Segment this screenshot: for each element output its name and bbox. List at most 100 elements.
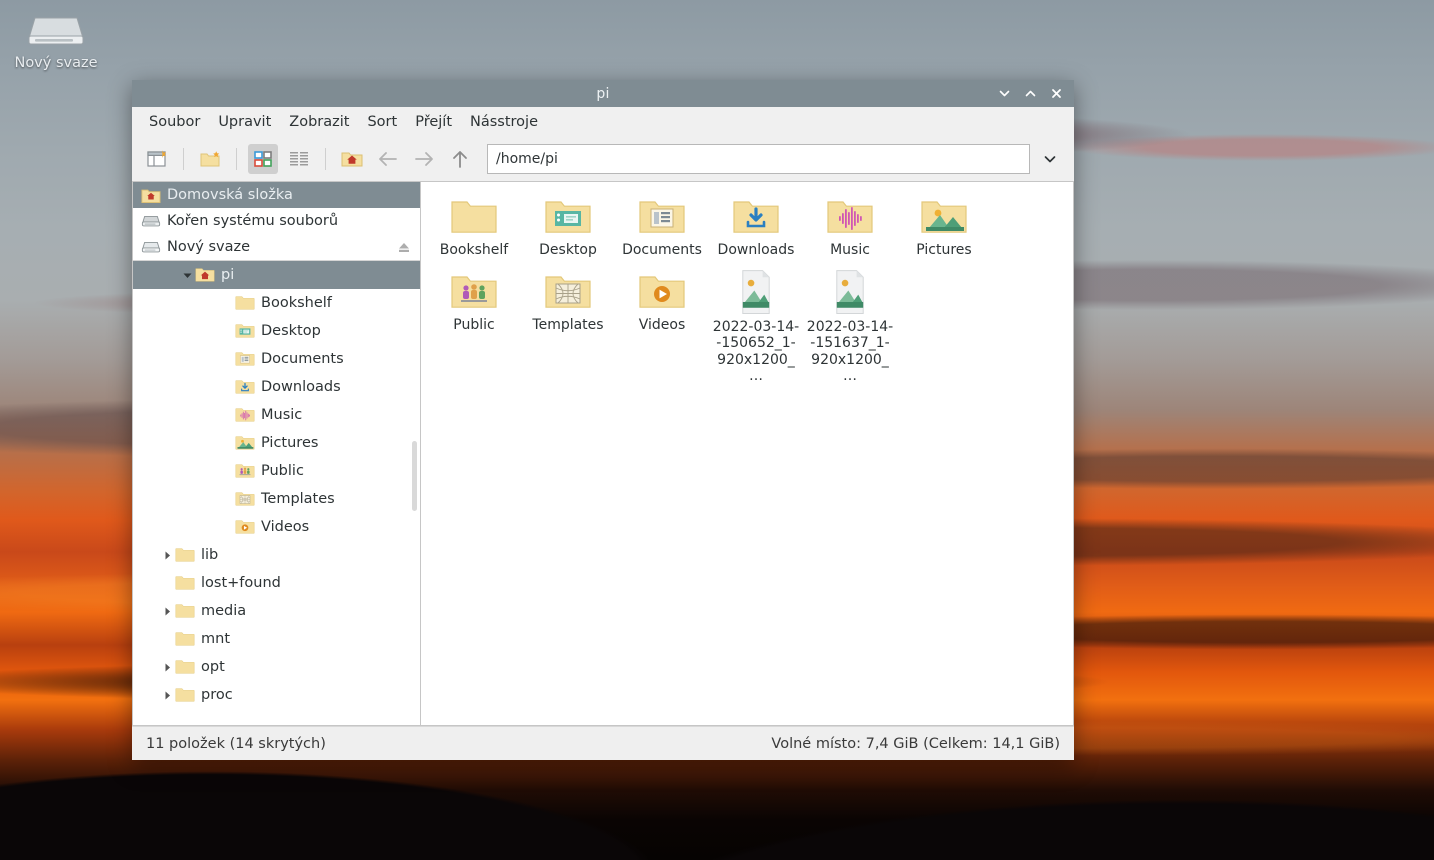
tree-item-label: pi <box>221 267 235 283</box>
maximize-icon[interactable] <box>1022 86 1038 102</box>
file-item[interactable]: Bookshelf <box>427 190 521 265</box>
folder-plain-icon <box>175 658 195 676</box>
folder-plain-icon <box>175 630 195 648</box>
file-item[interactable]: Public <box>427 265 521 391</box>
tree-item-templates[interactable]: Templates <box>133 485 420 513</box>
window-titlebar[interactable]: pi <box>132 80 1074 107</box>
file-manager-window: pi Soubor Upravit Zobrazit Sort Přejít N… <box>132 80 1074 760</box>
folder-videos-icon <box>638 269 686 313</box>
menu-nastroje[interactable]: Násstroje <box>461 110 547 134</box>
file-list-view[interactable]: Bookshelf Desktop Documents Downloads Music P… <box>420 181 1074 726</box>
new-folder-icon[interactable] <box>195 144 225 174</box>
tree-item-bookshelf[interactable]: Bookshelf <box>133 289 420 317</box>
menu-zobrazit[interactable]: Zobrazit <box>280 110 358 134</box>
toolbar-separator <box>183 148 184 170</box>
minimize-icon[interactable] <box>996 86 1012 102</box>
file-item[interactable]: 2022-03-14--151637_1-920x1200_… <box>803 265 897 391</box>
tree-item-music[interactable]: Music <box>133 401 420 429</box>
folder-desktop-icon <box>544 194 592 238</box>
file-item[interactable]: Documents <box>615 190 709 265</box>
file-item-label: Templates <box>532 316 604 333</box>
forward-arrow-icon[interactable] <box>409 144 439 174</box>
eject-icon[interactable] <box>396 240 412 254</box>
place-domovska-slozka[interactable]: Domovská složka <box>133 182 420 208</box>
folder-templates-icon <box>235 490 255 508</box>
place-koren-systemu-souboru[interactable]: Kořen systému souborů <box>133 208 420 234</box>
home-folder-icon <box>195 266 215 284</box>
tree-item-proc[interactable]: proc <box>133 681 420 709</box>
file-item[interactable]: 2022-03-14--150652_1-920x1200_… <box>709 265 803 391</box>
window-body: Domovská složka Kořen systému souborů No… <box>132 181 1074 726</box>
home-icon[interactable] <box>337 144 367 174</box>
menu-sort[interactable]: Sort <box>358 110 406 134</box>
chevron-down-icon[interactable] <box>179 270 195 281</box>
new-tab-icon[interactable] <box>142 144 172 174</box>
tree-item-label: Bookshelf <box>261 295 332 311</box>
menu-soubor[interactable]: Soubor <box>140 110 209 134</box>
chevron-down-icon[interactable] <box>1036 144 1064 174</box>
file-item[interactable]: Downloads <box>709 190 803 265</box>
file-item[interactable]: Desktop <box>521 190 615 265</box>
tree-item-label: Downloads <box>261 379 341 395</box>
tree-item-opt[interactable]: opt <box>133 653 420 681</box>
file-item-label: Pictures <box>916 242 972 258</box>
chevron-right-icon[interactable] <box>159 550 175 561</box>
up-arrow-icon[interactable] <box>445 144 475 174</box>
folder-public-icon <box>235 462 255 480</box>
file-item[interactable]: Templates <box>521 265 615 391</box>
folder-templates-icon <box>544 269 592 313</box>
place-novy-svaze[interactable]: Nový svaze <box>133 234 420 260</box>
folder-music-icon <box>826 194 874 238</box>
tree-item-label: Documents <box>261 351 344 367</box>
folder-tree[interactable]: pi Bookshelf Desktop Documents Downloads Musi… <box>133 261 420 725</box>
sidebar: Domovská složka Kořen systému souborů No… <box>132 181 420 726</box>
list-view-icon[interactable] <box>284 144 314 174</box>
tree-item-label: lost+found <box>201 575 281 591</box>
folder-plain-icon <box>235 294 255 312</box>
folder-pictures-icon <box>920 194 968 238</box>
folder-plain-icon <box>175 686 195 704</box>
tree-item-mnt[interactable]: mnt <box>133 625 420 653</box>
menu-prejit[interactable]: Přejít <box>406 110 461 134</box>
window-controls <box>996 86 1074 102</box>
places-list: Domovská složka Kořen systému souborů No… <box>133 182 420 261</box>
tree-item-downloads[interactable]: Downloads <box>133 373 420 401</box>
tree-item-lib[interactable]: lib <box>133 541 420 569</box>
chevron-right-icon[interactable] <box>159 606 175 617</box>
file-item[interactable]: Music <box>803 190 897 265</box>
tree-item-label: mnt <box>201 631 230 647</box>
back-arrow-icon[interactable] <box>373 144 403 174</box>
path-bar[interactable]: /home/pi <box>487 144 1030 174</box>
desktop-icon-novy-svaze[interactable]: Nový svaze <box>8 8 104 72</box>
file-item-label: Videos <box>638 316 686 333</box>
close-icon[interactable] <box>1048 86 1064 102</box>
icon-view-icon[interactable] <box>248 144 278 174</box>
folder-pictures-icon <box>235 434 255 452</box>
file-item[interactable]: Videos <box>615 265 709 391</box>
folder-plain-icon <box>175 574 195 592</box>
tree-item-pictures[interactable]: Pictures <box>133 429 420 457</box>
tree-item-media[interactable]: media <box>133 597 420 625</box>
tree-item-documents[interactable]: Documents <box>133 345 420 373</box>
tree-item-videos[interactable]: Videos <box>133 513 420 541</box>
folder-plain-icon <box>450 194 498 238</box>
window-title: pi <box>596 85 610 102</box>
file-item[interactable]: Pictures <box>897 190 991 265</box>
tree-item-label: Public <box>261 463 304 479</box>
drive-icon <box>25 8 87 50</box>
tree-item-public[interactable]: Public <box>133 457 420 485</box>
chevron-right-icon[interactable] <box>159 690 175 701</box>
menu-upravit[interactable]: Upravit <box>209 110 280 134</box>
tree-scrollbar[interactable] <box>409 261 419 725</box>
tree-item-pi[interactable]: pi <box>133 261 420 289</box>
tree-item-lost-found[interactable]: lost+found <box>133 569 420 597</box>
file-item-label: 2022-03-14--151637_1-920x1200_… <box>806 318 894 385</box>
chevron-right-icon[interactable] <box>159 662 175 673</box>
tree-scrollbar-thumb[interactable] <box>412 441 417 511</box>
file-item-label: Desktop <box>539 242 597 258</box>
file-item-label: Public <box>453 316 495 333</box>
status-bar: 11 položek (14 skrytých) Volné místo: 7,… <box>132 726 1074 760</box>
tree-item-desktop[interactable]: Desktop <box>133 317 420 345</box>
status-item-count: 11 položek (14 skrytých) <box>146 735 326 752</box>
folder-documents-icon <box>638 194 686 238</box>
